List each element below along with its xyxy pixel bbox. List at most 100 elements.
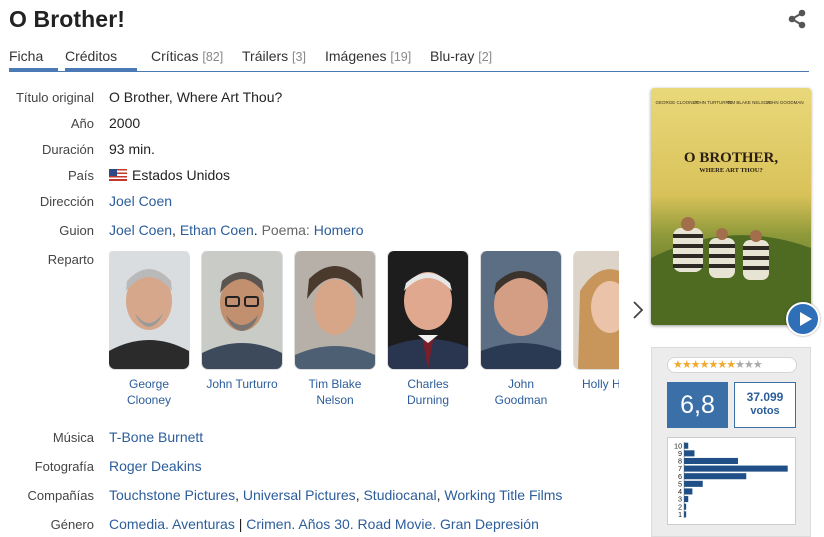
actor-name-line: John Goodman <box>494 377 548 407</box>
cast-label: Reparto <box>47 252 94 267</box>
company-link[interactable]: Working Title Films <box>444 487 562 503</box>
tab-active-indicator-ficha <box>9 68 58 71</box>
actor-photo <box>109 251 189 369</box>
rating-histogram: 10987654321 <box>667 437 796 525</box>
usa-flag-icon <box>109 169 127 181</box>
country-label: País <box>67 168 94 183</box>
histogram-bar <box>684 457 738 464</box>
poster-title: O BROTHER, <box>684 150 778 166</box>
cast-carousel: George Clooney John Turturro Tim Blake Nel… <box>109 251 619 411</box>
tab-count: [3] <box>292 50 306 64</box>
year-value: 2000 <box>109 115 141 131</box>
poem-label: Poema: <box>261 222 310 238</box>
star-icon: ★ <box>744 359 754 371</box>
actor-name-line: Charles <box>407 377 449 391</box>
music-link[interactable]: T-Bone Burnett <box>109 429 203 445</box>
genre-value: Comedia. Aventuras | Crimen. Años 30. Ro… <box>109 516 539 532</box>
poster-credit: JOHN GOODMAN <box>766 100 803 105</box>
star-icon: ★ <box>735 359 745 371</box>
company-link[interactable]: Touchstone Pictures <box>109 487 235 503</box>
tab-label: Ficha <box>9 48 44 64</box>
cast-member[interactable]: John Turturro <box>202 251 282 392</box>
tab-count: [19] <box>390 50 412 64</box>
company-link[interactable]: Studiocanal <box>363 487 436 503</box>
tab-imagenes[interactable]: Imágenes [19] <box>325 48 411 64</box>
tab-label: Críticas <box>151 48 199 64</box>
actor-photo <box>295 251 375 369</box>
vote-count-label: votos <box>750 405 780 417</box>
actor-name: Holly H <box>574 376 619 392</box>
poem-author-link[interactable]: Homero <box>314 222 364 238</box>
histogram-bar <box>684 496 689 503</box>
actor-name-line: Nelson <box>316 393 354 407</box>
cast-member[interactable]: George Clooney <box>109 251 189 408</box>
star-icon: ★ <box>690 359 701 371</box>
actor-name-line: George <box>128 377 170 391</box>
actor-photo <box>574 251 619 369</box>
genre-link[interactable]: Años 30 <box>298 516 349 532</box>
direction-label: Dirección <box>39 194 94 209</box>
histogram-bar <box>684 511 687 518</box>
country-name: Estados Unidos <box>132 167 231 183</box>
movie-poster[interactable]: GEORGE CLOONEY JOHN TURTURRO TIM BLAKE N… <box>651 88 811 325</box>
actor-name-line: Durning <box>406 393 450 407</box>
histogram-bar <box>684 473 747 480</box>
page-title: O Brother! <box>9 6 125 32</box>
play-trailer-button[interactable] <box>786 302 820 336</box>
histogram-bar <box>684 503 687 510</box>
tab-trailers[interactable]: Tráilers [3] <box>242 48 306 64</box>
star-icon: ★ <box>681 359 692 371</box>
rating-panel: ★★★★★★★★★★ 6,8 37.099 votos 10 9 8 7 6 5 4 3 2 1 <box>651 347 811 537</box>
genre-link[interactable]: Crimen <box>246 516 291 532</box>
tab-criticas[interactable]: Críticas [82] <box>151 48 223 64</box>
music-label: Música <box>52 430 94 445</box>
genre-label: Género <box>50 517 94 532</box>
original-title-value: O Brother, Where Art Thou? <box>109 89 283 105</box>
actor-photo <box>388 251 468 369</box>
photography-label: Fotografía <box>34 459 94 474</box>
photography-link[interactable]: Roger Deakins <box>109 458 202 474</box>
poster-credit: TIM BLAKE NELSON <box>727 100 770 105</box>
vote-count: 37.099 <box>746 390 784 404</box>
actor-name: John Goodman <box>481 376 561 408</box>
director-link[interactable]: Joel Coen <box>109 193 172 209</box>
average-rating: 6,8 <box>667 382 728 428</box>
actor-name: Tim Blake Nelson <box>295 376 375 408</box>
cast-member[interactable]: Tim Blake Nelson <box>295 251 375 408</box>
companies-label: Compañías <box>27 488 94 503</box>
tab-label: Imágenes <box>325 48 387 64</box>
genre-link[interactable]: Road Movie <box>358 516 433 532</box>
actor-photo <box>202 251 282 369</box>
year-label: Año <box>70 116 94 131</box>
writer-link[interactable]: Ethan Coen <box>180 222 254 238</box>
actor-name: John Turturro <box>202 376 282 392</box>
script-label: Guion <box>59 223 94 238</box>
tab-label: Blu-ray <box>430 48 475 64</box>
genre-link[interactable]: Comedia <box>109 516 165 532</box>
cast-member[interactable]: Charles Durning <box>388 251 468 408</box>
cast-member[interactable]: Holly H <box>574 251 619 392</box>
tab-active-indicator-creditos <box>65 68 137 71</box>
share-icon[interactable] <box>786 8 808 30</box>
cast-member[interactable]: John Goodman <box>481 251 561 408</box>
chevron-right-icon[interactable] <box>630 299 646 321</box>
duration-value: 93 min. <box>109 141 155 157</box>
star-rating: ★★★★★★★★★★ <box>667 357 797 373</box>
original-title-label: Título original <box>15 90 94 105</box>
tab-bluray[interactable]: Blu-ray [2] <box>430 48 492 64</box>
star-icon: ★ <box>699 359 710 371</box>
histogram-label: 1 <box>678 510 682 519</box>
genre-link[interactable]: Aventuras <box>172 516 235 532</box>
tab-bar: Ficha Créditos Críticas [82] Tráilers [3… <box>9 44 809 72</box>
star-icon: ★ <box>752 359 763 371</box>
star-icon: ★ <box>717 359 727 371</box>
tab-creditos[interactable]: Créditos <box>65 48 117 64</box>
genre-link[interactable]: Gran Depresión <box>440 516 539 532</box>
company-link[interactable]: Universal Pictures <box>243 487 356 503</box>
vote-count-box[interactable]: 37.099 votos <box>734 382 796 428</box>
tab-ficha[interactable]: Ficha <box>9 48 43 64</box>
tab-count: [82] <box>202 50 224 64</box>
tab-label: Créditos <box>65 48 118 64</box>
writer-link[interactable]: Joel Coen <box>109 222 172 238</box>
tab-count: [2] <box>478 50 493 64</box>
